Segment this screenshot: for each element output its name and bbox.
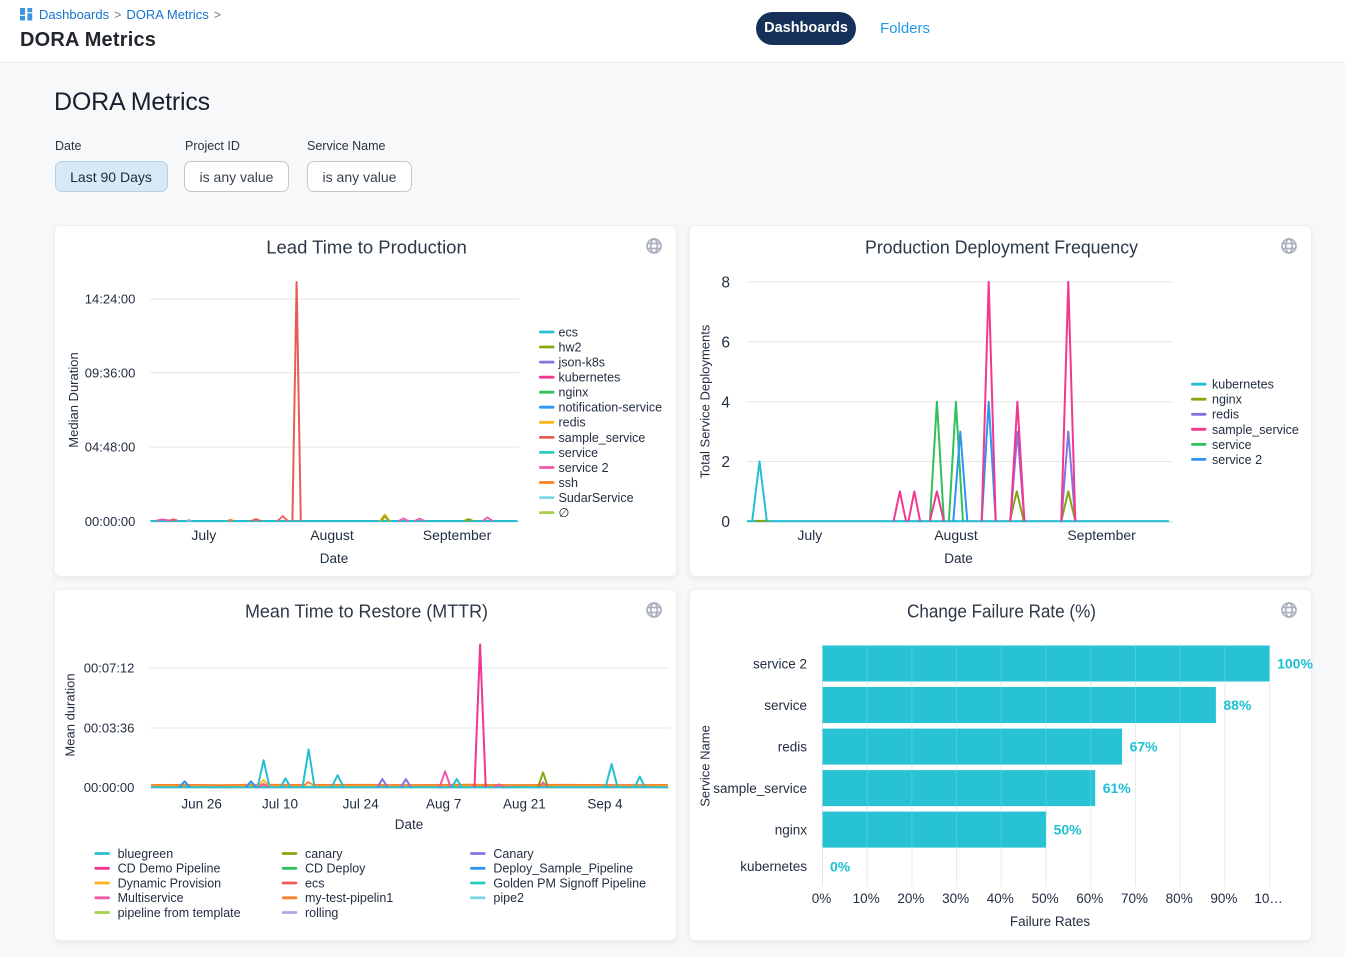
svg-text:Jul 24: Jul 24 (343, 797, 380, 812)
svg-text:August: August (310, 527, 354, 543)
svg-text:10%: 10% (853, 891, 880, 906)
svg-text:Mean Time to Restore (MTTR): Mean Time to Restore (MTTR) (245, 601, 488, 622)
svg-text:67%: 67% (1130, 739, 1159, 755)
svg-text:2: 2 (721, 454, 730, 471)
svg-text:service 2: service 2 (559, 461, 609, 475)
svg-text:service: service (1212, 438, 1252, 452)
svg-text:nginx: nginx (559, 386, 590, 400)
svg-text:service: service (559, 446, 599, 460)
svg-text:redis: redis (778, 739, 808, 754)
svg-text:40%: 40% (987, 891, 1014, 906)
svg-text:ecs: ecs (305, 876, 324, 890)
svg-text:8: 8 (721, 275, 730, 292)
svg-text:redis: redis (559, 416, 586, 430)
svg-text:Lead Time to Production: Lead Time to Production (266, 237, 467, 258)
svg-text:Date: Date (944, 551, 973, 566)
svg-text:04:48:00: 04:48:00 (85, 440, 136, 455)
svg-text:50%: 50% (1032, 891, 1059, 906)
svg-text:00:00:00: 00:00:00 (85, 514, 136, 529)
svg-text:hw2: hw2 (559, 341, 582, 355)
svg-text:bluegreen: bluegreen (118, 847, 174, 861)
svg-text:Median Duration: Median Duration (66, 352, 81, 447)
svg-text:Production Deployment Frequenc: Production Deployment Frequency (865, 237, 1139, 258)
svg-text:September: September (1067, 527, 1136, 543)
svg-text:Total Service Deployments: Total Service Deployments (698, 324, 713, 478)
svg-text:ecs: ecs (559, 325, 578, 339)
svg-text:Sep 4: Sep 4 (587, 797, 623, 812)
svg-text:kubernetes: kubernetes (740, 859, 807, 874)
svg-text:70%: 70% (1121, 891, 1148, 906)
svg-text:ssh: ssh (559, 476, 579, 490)
svg-text:0: 0 (721, 514, 730, 531)
svg-text:redis: redis (1212, 408, 1239, 422)
svg-text:pipeline from template: pipeline from template (118, 906, 241, 920)
svg-text:CD Demo Pipeline: CD Demo Pipeline (118, 862, 221, 876)
svg-text:July: July (797, 527, 822, 543)
svg-text:88%: 88% (1223, 697, 1252, 713)
svg-text:CD Deploy: CD Deploy (305, 862, 366, 876)
svg-text:Mean duration: Mean duration (63, 673, 78, 756)
svg-text:SudarService: SudarService (559, 491, 634, 505)
svg-text:Change Failure Rate (%): Change Failure Rate (%) (907, 601, 1096, 622)
svg-text:Dynamic Provision: Dynamic Provision (118, 876, 222, 890)
svg-text:50%: 50% (1054, 822, 1083, 838)
svg-text:my-test-pipelin1: my-test-pipelin1 (305, 891, 393, 905)
svg-text:100%: 100% (1277, 656, 1313, 672)
svg-text:service 2: service 2 (1212, 453, 1262, 467)
svg-text:json-k8s: json-k8s (558, 356, 606, 370)
svg-text:0%: 0% (830, 858, 851, 874)
svg-text:Failure Rates: Failure Rates (1010, 914, 1091, 929)
svg-text:pipe2: pipe2 (493, 891, 524, 905)
svg-text:09:36:00: 09:36:00 (85, 365, 136, 380)
svg-text:Golden PM Signoff Pipeline: Golden PM Signoff Pipeline (493, 876, 646, 890)
svg-text:0%: 0% (812, 891, 832, 906)
svg-text:kubernetes: kubernetes (1212, 378, 1274, 392)
svg-text:notification-service: notification-service (559, 401, 663, 415)
svg-text:Service Name: Service Name (697, 725, 712, 807)
svg-text:nginx: nginx (1212, 393, 1243, 407)
svg-text:∅: ∅ (559, 506, 570, 520)
svg-text:60%: 60% (1076, 891, 1103, 906)
svg-text:August: August (934, 527, 978, 543)
svg-text:Aug 21: Aug 21 (503, 797, 546, 812)
svg-text:Date: Date (320, 551, 349, 566)
svg-text:rolling: rolling (305, 906, 338, 920)
svg-text:sample_service: sample_service (559, 431, 646, 445)
svg-text:Canary: Canary (493, 847, 534, 861)
svg-text:00:00:00: 00:00:00 (84, 780, 135, 795)
svg-text:canary: canary (305, 847, 343, 861)
svg-text:sample_service: sample_service (1212, 423, 1299, 437)
svg-text:00:03:36: 00:03:36 (84, 721, 135, 736)
svg-text:00:07:12: 00:07:12 (84, 661, 135, 676)
svg-text:September: September (423, 527, 492, 543)
svg-text:Jun 26: Jun 26 (181, 797, 222, 812)
svg-text:14:24:00: 14:24:00 (85, 292, 136, 307)
svg-text:10…: 10… (1254, 891, 1283, 906)
svg-text:4: 4 (721, 394, 730, 411)
svg-text:Jul 10: Jul 10 (262, 797, 298, 812)
svg-text:July: July (191, 527, 216, 543)
svg-text:Date: Date (395, 817, 424, 832)
svg-text:kubernetes: kubernetes (559, 371, 621, 385)
svg-text:61%: 61% (1103, 780, 1132, 796)
svg-text:sample_service: sample_service (713, 781, 807, 796)
svg-text:Aug 7: Aug 7 (426, 797, 461, 812)
svg-text:service: service (764, 698, 807, 713)
svg-text:service 2: service 2 (753, 656, 807, 671)
svg-text:Multiservice: Multiservice (118, 891, 184, 905)
svg-text:Deploy_Sample_Pipeline: Deploy_Sample_Pipeline (493, 862, 633, 876)
svg-text:nginx: nginx (775, 822, 808, 837)
svg-text:20%: 20% (897, 891, 924, 906)
svg-text:80%: 80% (1166, 891, 1193, 906)
svg-text:30%: 30% (942, 891, 969, 906)
svg-text:90%: 90% (1210, 891, 1237, 906)
svg-text:6: 6 (721, 334, 730, 351)
